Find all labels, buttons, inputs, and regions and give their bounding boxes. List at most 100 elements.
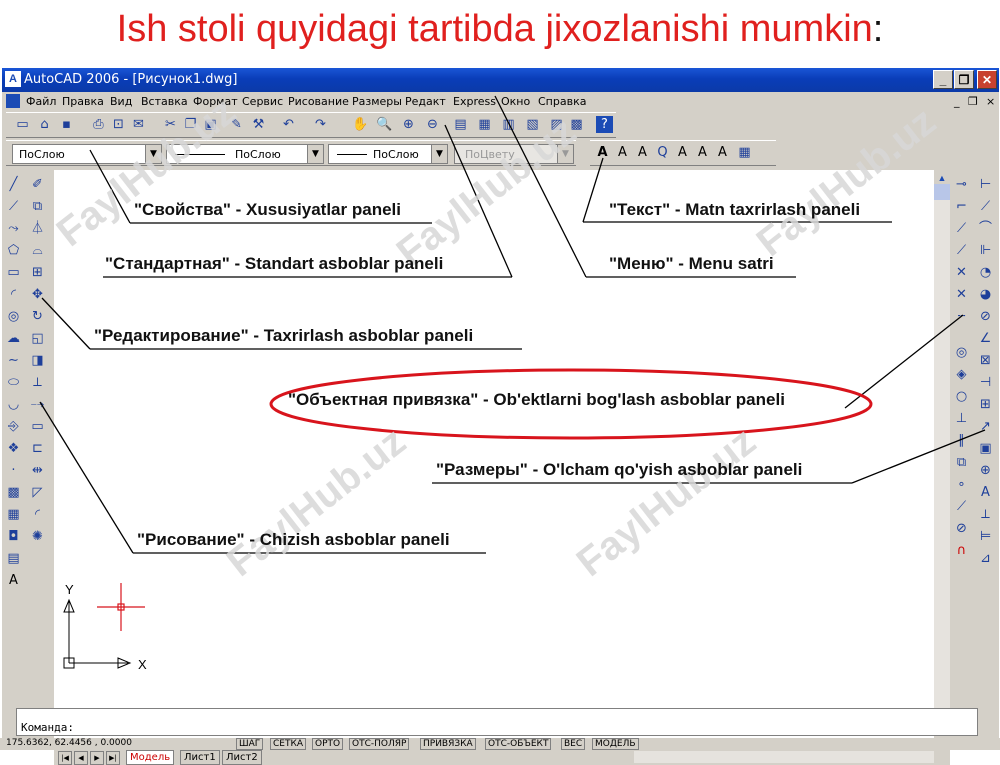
- multiline-text-icon[interactable]: A: [594, 144, 611, 161]
- first-tab-icon[interactable]: |◀: [58, 751, 72, 765]
- line-icon[interactable]: ╱: [5, 176, 22, 193]
- insert-block-icon[interactable]: ⎆: [5, 418, 22, 435]
- vertical-scrollbar[interactable]: ▲ ▼: [934, 170, 950, 750]
- stretch-icon[interactable]: ◨: [29, 352, 46, 369]
- find-text-icon[interactable]: Q: [654, 144, 671, 161]
- point-icon[interactable]: ·: [5, 462, 22, 479]
- close-button[interactable]: ✕: [977, 70, 997, 89]
- horizontal-scrollbar[interactable]: [634, 751, 934, 763]
- ellipse-icon[interactable]: ⬭: [5, 374, 22, 391]
- break-icon[interactable]: ⊏: [29, 440, 46, 457]
- lineweight-combo[interactable]: ПоСлою ▼: [328, 144, 448, 164]
- dimension-text-edit-icon[interactable]: ⟂: [977, 506, 994, 523]
- scroll-thumb[interactable]: [934, 184, 950, 200]
- snap-endpoint-icon[interactable]: ⟋: [953, 220, 970, 237]
- array-icon[interactable]: ⊞: [29, 264, 46, 281]
- arc-icon[interactable]: ◜: [5, 286, 22, 303]
- quick-dimension-icon[interactable]: ⊠: [977, 352, 994, 369]
- print-icon[interactable]: ⎙: [90, 116, 107, 133]
- quick-leader-icon[interactable]: ↗: [977, 418, 994, 435]
- help-icon[interactable]: ?: [596, 116, 613, 133]
- ellipse-arc-icon[interactable]: ◡: [5, 396, 22, 413]
- menu-modify[interactable]: Редакт: [405, 95, 446, 108]
- prev-tab-icon[interactable]: ◀: [74, 751, 88, 765]
- snap-settings-icon[interactable]: ∩: [953, 542, 970, 559]
- new-icon[interactable]: ▭: [14, 116, 31, 133]
- circle-icon[interactable]: ◎: [5, 308, 22, 325]
- autocad-icon[interactable]: A: [5, 71, 21, 87]
- mirror-icon[interactable]: ⏃: [29, 220, 46, 237]
- preview-icon[interactable]: ⊡: [110, 116, 127, 133]
- multiline-text-draw-icon[interactable]: A: [5, 572, 22, 589]
- snap-node-icon[interactable]: ∘: [953, 476, 970, 493]
- snap-nearest-icon[interactable]: ⟋: [953, 498, 970, 515]
- radius-icon[interactable]: ◔: [977, 264, 994, 281]
- doc-minimize-button[interactable]: _: [954, 95, 960, 108]
- tab-layout1[interactable]: Лист1: [180, 750, 220, 765]
- erase-icon[interactable]: ✐: [29, 176, 46, 193]
- chevron-down-icon[interactable]: ▼: [307, 145, 323, 163]
- scale-text-icon[interactable]: A: [714, 144, 731, 161]
- snap-insert-icon[interactable]: ⧉: [953, 454, 970, 471]
- tab-model[interactable]: Модель: [126, 750, 175, 765]
- gradient-icon[interactable]: ▦: [5, 506, 22, 523]
- copy-object-icon[interactable]: ⧉: [29, 198, 46, 215]
- angular-icon[interactable]: ∠: [977, 330, 994, 347]
- menu-help[interactable]: Справка: [538, 95, 586, 108]
- arc-length-icon[interactable]: ⌒: [977, 220, 994, 237]
- title-bar[interactable]: A AutoCAD 2006 - [Рисунок1.dwg] _ ❐ ✕: [2, 68, 999, 92]
- menu-express[interactable]: Express: [453, 95, 496, 108]
- menu-view[interactable]: Вид: [110, 95, 132, 108]
- pan-icon[interactable]: ✋: [352, 116, 369, 133]
- zoom-window-icon[interactable]: ⊕: [400, 116, 417, 133]
- snap-none-icon[interactable]: ⊘: [953, 520, 970, 537]
- undo-icon[interactable]: ↶: [280, 116, 297, 133]
- dimension-style-icon[interactable]: ⊿: [977, 550, 994, 567]
- explode-icon[interactable]: ✺: [29, 528, 46, 545]
- scale-icon[interactable]: ◱: [29, 330, 46, 347]
- status-model[interactable]: МОДЕЛЬ: [592, 738, 639, 750]
- status-ortho[interactable]: ОРТО: [312, 738, 344, 750]
- snap-center-icon[interactable]: ◎: [953, 344, 970, 361]
- table-icon[interactable]: ▤: [5, 550, 22, 567]
- revision-cloud-icon[interactable]: ☁: [5, 330, 22, 347]
- linear-dimension-icon[interactable]: ⊢: [977, 176, 994, 193]
- join-icon[interactable]: ⇹: [29, 462, 46, 479]
- redo-icon[interactable]: ↷: [312, 116, 329, 133]
- spline-icon[interactable]: ∼: [5, 352, 22, 369]
- rectangle-icon[interactable]: ▭: [5, 264, 22, 281]
- construction-line-icon[interactable]: ⟋: [5, 198, 22, 215]
- snap-perpendicular-icon[interactable]: ⊥: [953, 410, 970, 427]
- menu-dimension[interactable]: Размеры: [352, 95, 402, 108]
- region-icon[interactable]: ◘: [5, 528, 22, 545]
- tab-layout2[interactable]: Лист2: [222, 750, 262, 765]
- minimize-button[interactable]: _: [933, 70, 953, 89]
- text-style-icon[interactable]: A: [694, 144, 711, 161]
- menu-draw[interactable]: Рисование: [288, 95, 349, 108]
- command-line[interactable]: Команда:: [16, 708, 978, 736]
- design-center-icon[interactable]: ▦: [476, 116, 493, 133]
- trim-icon[interactable]: ⟂: [29, 374, 46, 391]
- menu-file[interactable]: Файл: [26, 95, 56, 108]
- offset-icon[interactable]: ⌓: [29, 242, 46, 259]
- zoom-realtime-icon[interactable]: 🔍: [376, 116, 393, 133]
- maximize-button[interactable]: ❐: [954, 70, 974, 89]
- status-snap[interactable]: ШАГ: [236, 738, 264, 750]
- menu-tools[interactable]: Сервис: [242, 95, 283, 108]
- polygon-icon[interactable]: ⬠: [5, 242, 22, 259]
- temporary-track-icon[interactable]: ⊸: [953, 176, 970, 193]
- move-icon[interactable]: ✥: [29, 286, 46, 303]
- diameter-icon[interactable]: ⊘: [977, 308, 994, 325]
- center-mark-icon[interactable]: ⊕: [977, 462, 994, 479]
- publish-icon[interactable]: ✉: [130, 116, 147, 133]
- snap-midpoint-icon[interactable]: ⟋: [953, 242, 970, 259]
- baseline-icon[interactable]: ⊣: [977, 374, 994, 391]
- status-osnap[interactable]: ПРИВЯЗКА: [420, 738, 476, 750]
- next-tab-icon[interactable]: ▶: [90, 751, 104, 765]
- zoom-previous-icon[interactable]: ⊖: [424, 116, 441, 133]
- document-icon[interactable]: [6, 94, 20, 108]
- snap-quadrant-icon[interactable]: ◈: [953, 366, 970, 383]
- continue-icon[interactable]: ⊞: [977, 396, 994, 413]
- status-grid[interactable]: СЕТКА: [270, 738, 307, 750]
- aligned-dimension-icon[interactable]: ⟋: [977, 198, 994, 215]
